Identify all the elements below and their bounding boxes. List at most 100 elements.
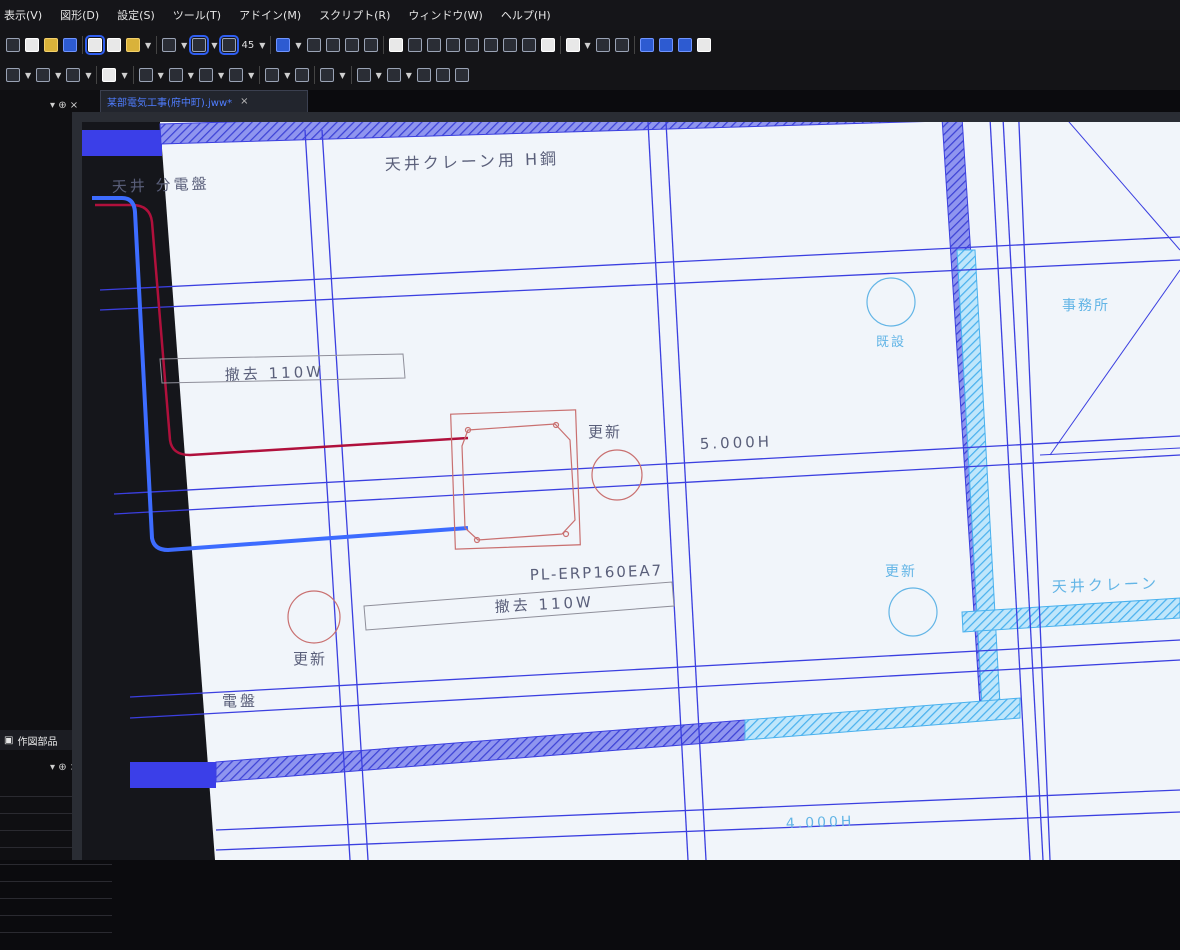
mirror-icon[interactable] [344, 38, 359, 52]
leader-icon[interactable] [265, 68, 280, 82]
dim-vertical-icon[interactable] [198, 68, 213, 82]
copy-icon[interactable] [25, 38, 39, 52]
fill-icon[interactable] [435, 68, 450, 82]
separator [559, 36, 561, 54]
menu-addin[interactable]: アドイン(M) [239, 7, 301, 23]
list-icon[interactable] [454, 68, 469, 82]
menu-view[interactable]: 表示(V) [4, 7, 42, 23]
menu-script[interactable]: スクリプト(R) [319, 7, 390, 23]
menu-help[interactable]: ヘルプ(H) [501, 7, 551, 23]
dim-horizontal-icon[interactable] [168, 68, 183, 82]
chevron-down-icon[interactable]: ▼ [376, 71, 382, 80]
chevron-down-icon[interactable]: ▼ [158, 71, 164, 80]
label-renew-2: 更新 [293, 650, 327, 668]
copy-entity-icon[interactable] [306, 38, 321, 52]
zoom-in-icon[interactable] [639, 38, 654, 52]
image-icon[interactable] [386, 68, 401, 82]
chevron-down-icon[interactable]: ▼ [406, 71, 412, 80]
paste-icon[interactable] [44, 38, 58, 52]
label-branch-panel: 天井 分電盤 [112, 175, 210, 196]
chevron-down-icon[interactable]: ▼ [284, 71, 290, 80]
menu-settings[interactable]: 設定(S) [117, 7, 155, 23]
circle-icon[interactable] [36, 68, 51, 82]
light-circle-renew-2[interactable] [287, 590, 341, 644]
chevron-down-icon[interactable]: ▼ [188, 71, 194, 80]
pen-icon[interactable] [388, 38, 403, 52]
wall-right-light [956, 249, 1001, 707]
separator [633, 36, 635, 54]
light-circle-renew-3[interactable] [888, 587, 938, 637]
text-icon[interactable] [102, 68, 117, 82]
symbol-icon[interactable] [356, 68, 371, 82]
chevron-down-icon[interactable]: ▼ [121, 71, 127, 80]
separator [270, 36, 272, 54]
chevron-down-icon[interactable]: ▼ [211, 41, 217, 50]
cut-icon[interactable] [6, 38, 20, 52]
drawing-canvas[interactable]: 天井クレーン用 H鋼 天井 分電盤 撤去 110W 撤去 110W 更新 更新 … [82, 122, 1180, 860]
chevron-down-icon[interactable]: ▼ [55, 71, 61, 80]
menu-shape[interactable]: 図形(D) [60, 7, 99, 23]
chevron-down-icon[interactable]: ▼ [85, 71, 91, 80]
arc-icon[interactable] [66, 68, 81, 82]
block-icon[interactable] [363, 38, 378, 52]
chevron-down-icon[interactable]: ▼ [218, 71, 224, 80]
close-icon[interactable]: × [240, 96, 248, 107]
point-icon[interactable] [6, 68, 20, 82]
building-icon[interactable] [565, 38, 580, 52]
zoom-window-icon[interactable] [677, 38, 692, 52]
separator [96, 66, 98, 84]
chevron-down-icon[interactable]: ▼ [339, 71, 345, 80]
corner-icon[interactable] [464, 38, 479, 52]
properties-icon[interactable] [540, 38, 555, 52]
panel-tab-label: 作図部品 [17, 736, 58, 748]
table-icon[interactable] [320, 68, 335, 82]
extend-icon[interactable] [426, 38, 441, 52]
label-renew-1: 更新 [588, 423, 622, 441]
break-icon[interactable] [521, 38, 536, 52]
light-circle-renew-1[interactable] [591, 449, 643, 501]
dim-angle-icon[interactable] [229, 68, 244, 82]
fillet-icon[interactable] [483, 38, 498, 52]
chevron-down-icon[interactable]: ▼ [248, 71, 254, 80]
grid-icon[interactable] [614, 38, 629, 52]
trim-icon[interactable] [445, 38, 460, 52]
move-icon[interactable] [325, 38, 340, 52]
snap-icon[interactable] [126, 38, 140, 52]
angle-icon[interactable] [219, 35, 240, 55]
separator [259, 66, 261, 84]
edit-icon[interactable] [407, 38, 422, 52]
chevron-down-icon[interactable]: ▼ [145, 41, 151, 50]
light-circle-existing[interactable] [866, 277, 916, 327]
menu-tools[interactable]: ツール(T) [173, 7, 221, 23]
menu-window[interactable]: ウィンドウ(W) [408, 7, 482, 23]
label-renew-3: 更新 [885, 564, 917, 580]
chevron-down-icon[interactable]: ▼ [295, 41, 301, 50]
chevron-down-icon[interactable]: ▼ [25, 71, 31, 80]
chamfer-icon[interactable] [502, 38, 517, 52]
angle-value: 45 [241, 39, 255, 51]
separator [314, 66, 316, 84]
layer-icon[interactable] [162, 38, 177, 52]
fixture-symbol[interactable] [450, 409, 581, 550]
zoom-extents-icon[interactable] [696, 38, 711, 52]
dimension-icon[interactable] [138, 68, 153, 82]
layer-bar-bottom [130, 762, 216, 788]
drawing-svg[interactable]: 天井クレーン用 H鋼 天井 分電盤 撤去 110W 撤去 110W 更新 更新 … [82, 122, 1180, 860]
help-icon[interactable] [276, 38, 291, 52]
panel-controls[interactable]: ▾ ⊕ × [50, 100, 78, 111]
zoom-out-icon[interactable] [658, 38, 673, 52]
undo-icon[interactable] [63, 38, 77, 52]
search-icon[interactable] [295, 68, 310, 82]
label-office: 事務所 [1062, 298, 1110, 314]
select-arrow-icon[interactable] [85, 35, 105, 55]
document-tab[interactable]: 某部電気工事(府中町).jww* × [100, 90, 308, 112]
label-removal-2: 撤去 110W [494, 593, 594, 616]
hatch-icon[interactable] [416, 68, 431, 82]
line-type-icon[interactable] [189, 35, 210, 55]
select-window-icon[interactable] [107, 38, 121, 52]
chevron-down-icon[interactable]: ▼ [259, 41, 265, 50]
group-icon[interactable] [595, 38, 610, 52]
chevron-down-icon[interactable]: ▼ [585, 41, 591, 50]
label-height-5000: 5.000H [700, 432, 773, 453]
chevron-down-icon[interactable]: ▼ [181, 41, 187, 50]
